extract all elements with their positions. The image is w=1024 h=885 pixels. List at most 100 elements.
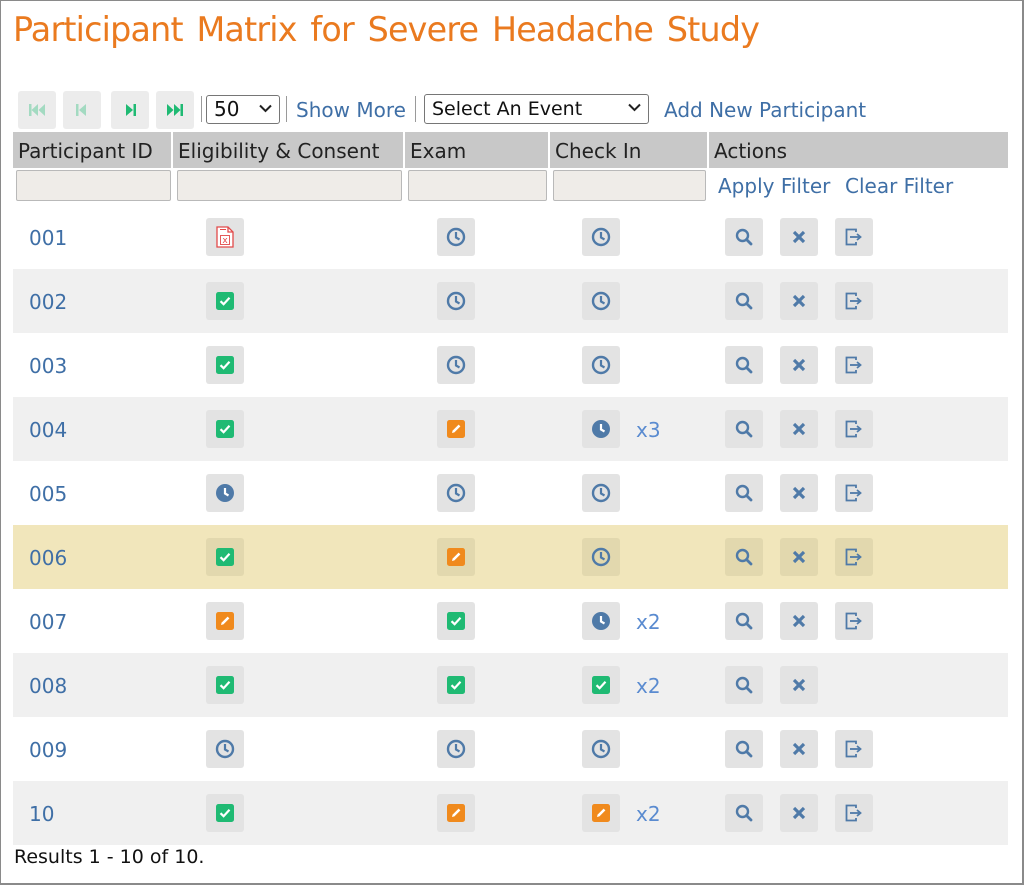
eligibility-status-button[interactable] xyxy=(206,282,244,320)
eligibility-status-button[interactable] xyxy=(206,666,244,704)
remove-participant-button[interactable] xyxy=(780,538,818,576)
eligibility-status-button[interactable] xyxy=(206,730,244,768)
exam-status-button[interactable] xyxy=(437,602,475,640)
check-in-count[interactable]: x3 xyxy=(636,397,661,463)
page-size-select[interactable]: 50 xyxy=(206,95,280,124)
export-participant-button[interactable] xyxy=(835,218,873,256)
checkin-status-button[interactable] xyxy=(582,730,620,768)
remove-participant-button[interactable] xyxy=(780,602,818,640)
eligibility-status-button[interactable] xyxy=(206,474,244,512)
next-page-icon xyxy=(126,104,136,116)
view-participant-button[interactable] xyxy=(725,346,763,384)
exam-filter-input[interactable] xyxy=(408,170,547,201)
checkin-status-button[interactable] xyxy=(582,602,620,640)
last-page-button[interactable] xyxy=(156,91,194,129)
remove-participant-button[interactable] xyxy=(780,410,818,448)
check-in-count[interactable]: x2 xyxy=(636,781,661,847)
participant-id-link[interactable]: 001 xyxy=(29,205,67,271)
exam-status-button[interactable] xyxy=(437,410,475,448)
column-header-participant-id[interactable]: Participant ID xyxy=(13,132,171,168)
exam-status-button[interactable] xyxy=(437,218,475,256)
add-new-participant-link[interactable]: Add New Participant xyxy=(664,98,866,122)
eligibility-status-button[interactable] xyxy=(206,794,244,832)
clock-icon xyxy=(591,227,611,247)
participant-id-link[interactable]: 10 xyxy=(29,781,54,847)
export-participant-button[interactable] xyxy=(835,474,873,512)
checkin-status-button[interactable] xyxy=(582,474,620,512)
participant-id-link[interactable]: 002 xyxy=(29,269,67,335)
eligibility-status-button[interactable] xyxy=(206,602,244,640)
clock-icon xyxy=(446,227,466,247)
check-in-count[interactable]: x2 xyxy=(636,653,661,719)
participant-id-filter-input[interactable] xyxy=(16,170,171,201)
export-participant-button[interactable] xyxy=(835,410,873,448)
participant-id-link[interactable]: 008 xyxy=(29,653,67,719)
exam-status-button[interactable] xyxy=(437,346,475,384)
checkin-status-button[interactable] xyxy=(582,346,620,384)
view-participant-button[interactable] xyxy=(725,794,763,832)
chevron-down-icon xyxy=(259,104,272,113)
column-header-exam[interactable]: Exam xyxy=(405,132,548,168)
checkin-status-button[interactable] xyxy=(582,794,620,832)
export-participant-button[interactable] xyxy=(835,538,873,576)
remove-participant-button[interactable] xyxy=(780,282,818,320)
show-more-link[interactable]: Show More xyxy=(296,98,406,122)
checkin-status-button[interactable] xyxy=(582,410,620,448)
export-participant-button[interactable] xyxy=(835,730,873,768)
participant-id-link[interactable]: 006 xyxy=(29,525,67,591)
prev-page-button[interactable] xyxy=(63,91,101,129)
exam-status-button[interactable] xyxy=(437,474,475,512)
eligibility-status-button[interactable] xyxy=(206,410,244,448)
exam-status-button[interactable] xyxy=(437,538,475,576)
export-participant-button[interactable] xyxy=(835,602,873,640)
remove-participant-button[interactable] xyxy=(780,730,818,768)
close-icon xyxy=(792,294,806,308)
check-in-filter-input[interactable] xyxy=(553,170,706,201)
participant-id-link[interactable]: 004 xyxy=(29,397,67,463)
participant-id-link[interactable]: 009 xyxy=(29,717,67,783)
eligibility-filter-input[interactable] xyxy=(177,170,402,201)
remove-participant-button[interactable] xyxy=(780,346,818,384)
eligibility-status-button[interactable] xyxy=(206,346,244,384)
export-participant-button[interactable] xyxy=(835,794,873,832)
remove-participant-button[interactable] xyxy=(780,666,818,704)
remove-participant-button[interactable] xyxy=(780,218,818,256)
eligibility-status-button[interactable] xyxy=(206,538,244,576)
checkin-status-button[interactable] xyxy=(582,218,620,256)
event-select[interactable]: Select An Event xyxy=(424,94,649,124)
export-participant-button[interactable] xyxy=(835,346,873,384)
checkin-status-button[interactable] xyxy=(582,538,620,576)
search-icon xyxy=(735,228,753,246)
apply-filter-link[interactable]: Apply Filter xyxy=(718,174,830,198)
next-page-button[interactable] xyxy=(111,91,149,129)
checkbox-checked-icon xyxy=(216,292,234,310)
remove-participant-button[interactable] xyxy=(780,794,818,832)
view-participant-button[interactable] xyxy=(725,282,763,320)
column-header-eligibility[interactable]: Eligibility & Consent xyxy=(173,132,403,168)
prev-page-icon xyxy=(76,104,86,116)
view-participant-button[interactable] xyxy=(725,538,763,576)
view-participant-button[interactable] xyxy=(725,730,763,768)
first-page-button[interactable] xyxy=(18,91,56,129)
participant-id-link[interactable]: 005 xyxy=(29,461,67,527)
view-participant-button[interactable] xyxy=(725,410,763,448)
table-row: 008 x2 xyxy=(13,653,1008,717)
export-participant-button[interactable] xyxy=(835,282,873,320)
clear-filter-link[interactable]: Clear Filter xyxy=(845,174,953,198)
view-participant-button[interactable] xyxy=(725,218,763,256)
remove-participant-button[interactable] xyxy=(780,474,818,512)
column-header-check-in[interactable]: Check In xyxy=(550,132,707,168)
view-participant-button[interactable] xyxy=(725,666,763,704)
exam-status-button[interactable] xyxy=(437,282,475,320)
view-participant-button[interactable] xyxy=(725,474,763,512)
check-in-count[interactable]: x2 xyxy=(636,589,661,655)
view-participant-button[interactable] xyxy=(725,602,763,640)
participant-id-link[interactable]: 007 xyxy=(29,589,67,655)
participant-id-link[interactable]: 003 xyxy=(29,333,67,399)
exam-status-button[interactable] xyxy=(437,666,475,704)
eligibility-status-button[interactable]: x xyxy=(206,218,244,256)
checkin-status-button[interactable] xyxy=(582,282,620,320)
exam-status-button[interactable] xyxy=(437,794,475,832)
checkin-status-button[interactable] xyxy=(582,666,620,704)
exam-status-button[interactable] xyxy=(437,730,475,768)
